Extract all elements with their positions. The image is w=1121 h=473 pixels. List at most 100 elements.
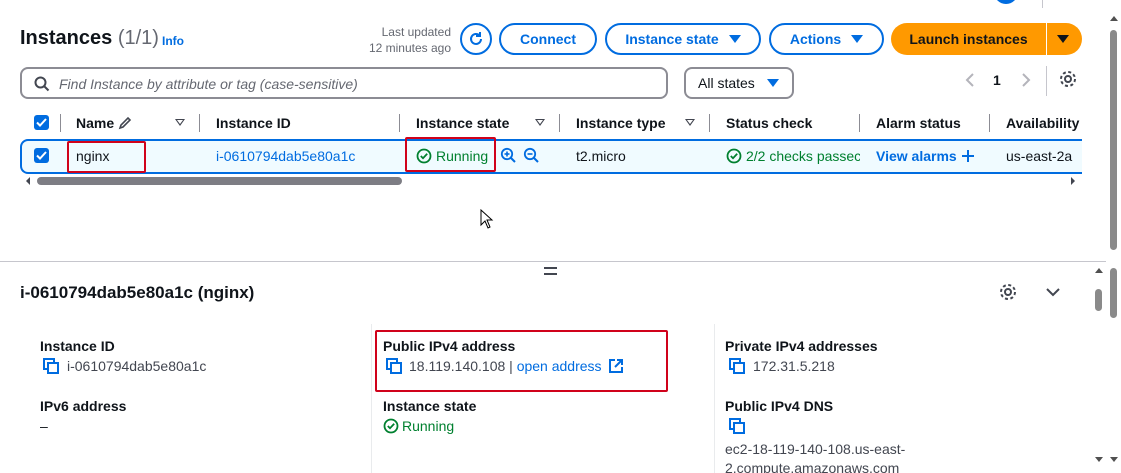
- instance-count: (1/1): [117, 27, 159, 49]
- refresh-icon: [470, 32, 482, 45]
- view-alarms-link[interactable]: View alarms: [876, 148, 957, 164]
- row-instance-type: t2.micro: [576, 148, 626, 164]
- mouse-cursor-icon: [480, 209, 494, 229]
- page-title-text: Instances: [20, 27, 113, 49]
- caret-down-icon: [851, 35, 864, 43]
- last-updated-time: 12 minutes ago: [368, 41, 451, 55]
- search-icon: [34, 76, 50, 92]
- state-filter-value: All states: [698, 75, 755, 91]
- status-success-icon: [726, 148, 742, 164]
- refresh-button[interactable]: [460, 23, 492, 55]
- last-updated-label: Last updated: [381, 25, 451, 39]
- column-separator: [989, 114, 990, 132]
- zoom-out-icon[interactable]: [523, 147, 540, 164]
- page-next-icon[interactable]: [1020, 72, 1032, 88]
- instance-id-value: i-0610794dab5e80a1c: [67, 358, 207, 374]
- sort-caret-icon[interactable]: [685, 119, 695, 126]
- header-divider: [1042, 0, 1043, 8]
- row-instance-id-link[interactable]: i-0610794dab5e80a1c: [216, 148, 355, 164]
- public-dns-line-2: 2.compute.amazonaws.com: [725, 460, 900, 473]
- row-checkbox[interactable]: [34, 148, 49, 163]
- scroll-up-icon[interactable]: [1109, 14, 1119, 22]
- row-availability: us-east-2a: [1006, 148, 1073, 164]
- search-placeholder: Find Instance by attribute or tag (case-…: [59, 76, 358, 92]
- settings-gear-icon[interactable]: [999, 283, 1017, 301]
- resize-handle-icon[interactable]: [544, 267, 557, 275]
- column-separator: [399, 114, 400, 132]
- scroll-down-icon[interactable]: [1109, 456, 1119, 464]
- ipv6-label: IPv6 address: [40, 398, 127, 414]
- launch-instances-button[interactable]: Launch instances: [891, 23, 1046, 55]
- column-separator: [859, 114, 860, 132]
- highlight-box-state: [405, 137, 496, 172]
- vertical-scrollbar-thumb-lower[interactable]: [1110, 268, 1117, 318]
- public-dns-value: ec2-18-119-140-108.us-east- 2.compute.am…: [725, 440, 905, 473]
- last-updated: Last updated 12 minutes ago: [340, 24, 451, 56]
- caret-down-icon: [728, 35, 741, 43]
- column-header-name[interactable]: Name: [76, 115, 114, 131]
- caret-down-icon: [766, 79, 779, 87]
- scroll-left-icon[interactable]: [24, 176, 32, 186]
- split-pane-divider: [0, 261, 1106, 262]
- select-all-checkbox[interactable]: [34, 115, 49, 130]
- column-header-alarm-status[interactable]: Alarm status: [876, 115, 961, 131]
- page-number[interactable]: 1: [993, 72, 1001, 88]
- check-icon: [36, 151, 47, 160]
- column-separator: [709, 114, 710, 132]
- chevron-down-icon[interactable]: [1045, 286, 1061, 298]
- details-scrollbar-thumb[interactable]: [1095, 289, 1102, 311]
- column-header-instance-state[interactable]: Instance state: [416, 115, 509, 131]
- private-ipv4-label: Private IPv4 addresses: [725, 338, 878, 354]
- caret-down-icon: [1056, 35, 1069, 43]
- copy-icon[interactable]: [729, 418, 745, 434]
- details-title: i-0610794dab5e80a1c (nginx): [20, 283, 255, 302]
- column-header-instance-id[interactable]: Instance ID: [216, 115, 291, 131]
- connect-button[interactable]: Connect: [499, 23, 597, 55]
- highlight-box-name: [67, 141, 146, 173]
- column-separator: [199, 114, 200, 132]
- ipv6-value: –: [40, 418, 48, 434]
- public-dns-line-1: ec2-18-119-140-108.us-east-: [725, 441, 906, 457]
- state-filter-select[interactable]: All states: [684, 67, 794, 99]
- pencil-icon: [118, 116, 132, 130]
- settings-gear-icon[interactable]: [1059, 70, 1077, 88]
- horizontal-scrollbar-thumb[interactable]: [37, 177, 402, 185]
- highlight-box-public-ip: [375, 330, 668, 392]
- instance-state-label: Instance state: [625, 31, 719, 47]
- scroll-down-icon[interactable]: [1094, 456, 1104, 464]
- sort-caret-icon[interactable]: [535, 119, 545, 126]
- column-divider: [371, 324, 372, 473]
- page-title: Instances (1/1): [20, 27, 159, 50]
- zoom-in-icon[interactable]: [500, 147, 517, 164]
- public-dns-label: Public IPv4 DNS: [725, 398, 834, 414]
- instance-state-detail-label: Instance state: [383, 398, 477, 414]
- scroll-right-icon[interactable]: [1069, 176, 1077, 186]
- column-header-name-label: Name: [76, 115, 115, 131]
- copy-icon[interactable]: [43, 358, 59, 374]
- sort-caret-icon[interactable]: [175, 119, 185, 126]
- page-prev-icon[interactable]: [964, 72, 976, 88]
- vertical-scrollbar-thumb[interactable]: [1110, 30, 1117, 250]
- column-separator: [60, 114, 61, 132]
- avatar[interactable]: [994, 0, 1018, 4]
- private-ipv4-value: 172.31.5.218: [753, 358, 835, 374]
- pagination-divider: [1046, 66, 1047, 96]
- column-header-status-check[interactable]: Status check: [726, 115, 812, 131]
- actions-button[interactable]: Actions: [769, 23, 884, 55]
- column-header-instance-type[interactable]: Instance type: [576, 115, 665, 131]
- instance-state-button[interactable]: Instance state: [605, 23, 761, 55]
- info-link[interactable]: Info: [162, 34, 184, 48]
- actions-label: Actions: [789, 31, 842, 47]
- column-separator: [559, 114, 560, 132]
- copy-icon[interactable]: [729, 358, 745, 374]
- search-input[interactable]: Find Instance by attribute or tag (case-…: [20, 67, 668, 99]
- row-status-check: 2/2 checks passec: [746, 148, 860, 164]
- view-alarms-label: View alarms: [876, 148, 957, 164]
- instance-id-label: Instance ID: [40, 338, 115, 354]
- plus-icon[interactable]: [961, 149, 975, 163]
- column-header-availability[interactable]: Availability: [1006, 115, 1079, 131]
- column-divider: [714, 324, 715, 473]
- connect-label: Connect: [520, 31, 576, 47]
- launch-dropdown-button[interactable]: [1047, 23, 1082, 55]
- scroll-up-icon[interactable]: [1094, 266, 1104, 274]
